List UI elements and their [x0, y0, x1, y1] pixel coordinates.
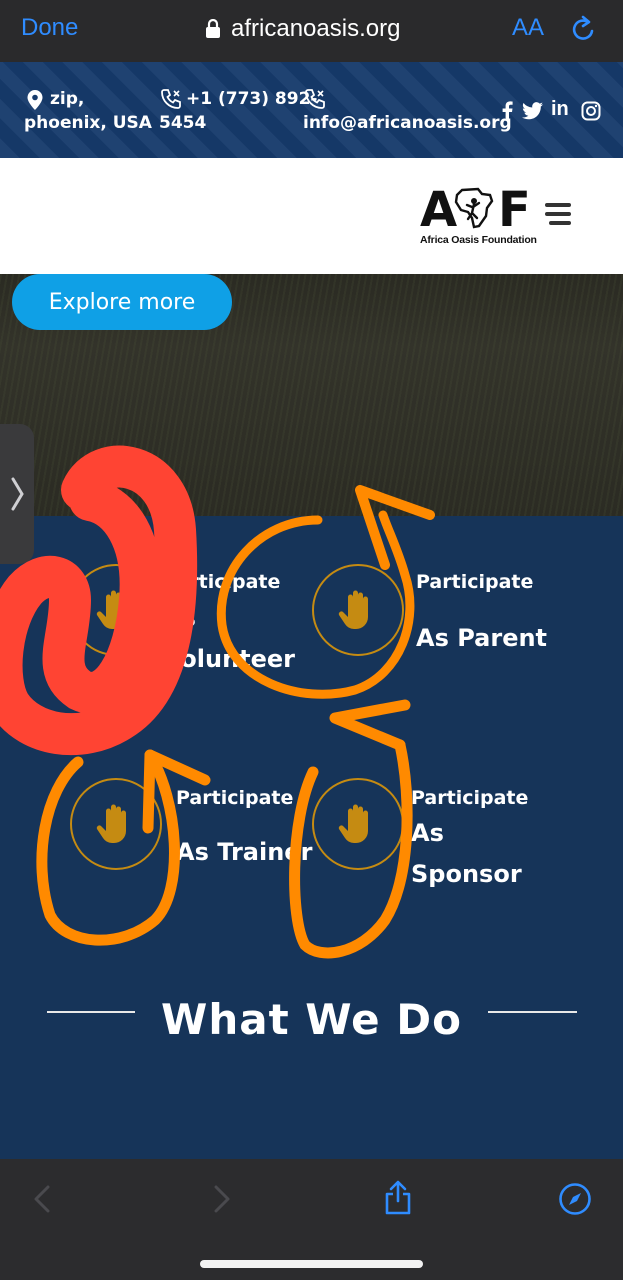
site-logo[interactable]: A F Africa Oasis Foundation — [420, 186, 537, 248]
forward-icon[interactable] — [213, 1185, 231, 1213]
location-pin-icon — [27, 90, 43, 110]
reload-icon[interactable] — [571, 15, 597, 43]
hamburger-menu-icon[interactable] — [545, 203, 571, 227]
twitter-icon[interactable] — [522, 102, 544, 120]
compass-icon[interactable] — [558, 1182, 592, 1216]
participate-trainer-small: Participate — [176, 787, 294, 809]
url-text: africanoasis.org — [231, 15, 401, 42]
linkedin-icon[interactable]: in — [551, 98, 569, 121]
heading-divider-right — [488, 1011, 577, 1013]
instagram-icon[interactable] — [581, 101, 601, 121]
sidebar-toggle[interactable] — [0, 424, 34, 564]
participate-trainer-circle[interactable] — [70, 778, 162, 870]
home-indicator — [200, 1260, 423, 1268]
explore-more-button[interactable]: Explore more — [12, 274, 232, 330]
participate-parent-line1[interactable]: As Parent — [416, 618, 547, 659]
address-bar[interactable]: africanoasis.org — [205, 12, 400, 46]
back-icon[interactable] — [33, 1185, 51, 1213]
logo-tagline: Africa Oasis Foundation — [420, 234, 537, 246]
text-size-button[interactable]: AA — [512, 14, 544, 42]
participate-volunteer-line1[interactable]: As — [163, 598, 196, 639]
participate-volunteer-line2[interactable]: Volunteer — [163, 639, 295, 680]
hand-icon — [338, 804, 368, 843]
participate-sponsor-line1[interactable]: As — [411, 813, 444, 854]
participate-sponsor-small: Participate — [411, 787, 529, 809]
hand-icon — [96, 590, 126, 629]
africa-map-icon — [454, 187, 494, 229]
hand-icon — [338, 590, 368, 629]
participate-volunteer-circle[interactable] — [70, 564, 162, 656]
participate-parent-circle[interactable] — [312, 564, 404, 656]
phone-line1[interactable]: +1 (773) 892- — [186, 87, 317, 111]
participate-sponsor-line2[interactable]: Sponsor — [411, 854, 522, 895]
address-line1: zip, — [50, 89, 85, 109]
share-icon[interactable] — [383, 1179, 413, 1215]
section-heading: What We Do — [161, 995, 462, 1044]
phone-icon — [161, 89, 181, 109]
chevron-right-icon — [11, 477, 24, 511]
phone-line2[interactable]: 5454 — [159, 111, 206, 135]
lock-icon — [206, 19, 220, 38]
text-size-label: AA — [512, 14, 545, 41]
participate-sponsor-circle[interactable] — [312, 778, 404, 870]
done-button[interactable]: Done — [21, 14, 78, 42]
participate-parent-small: Participate — [416, 571, 534, 593]
logo-letter-right: F — [498, 182, 531, 238]
email-phone-icon — [305, 89, 325, 109]
hand-icon — [96, 804, 126, 843]
facebook-icon[interactable] — [501, 101, 513, 121]
participate-volunteer-small: Participate — [163, 571, 281, 593]
email-link[interactable]: info@africanoasis.org — [303, 111, 512, 135]
address-line2: phoenix, USA — [24, 113, 152, 133]
participate-trainer-line1[interactable]: As Trainer — [176, 832, 312, 873]
